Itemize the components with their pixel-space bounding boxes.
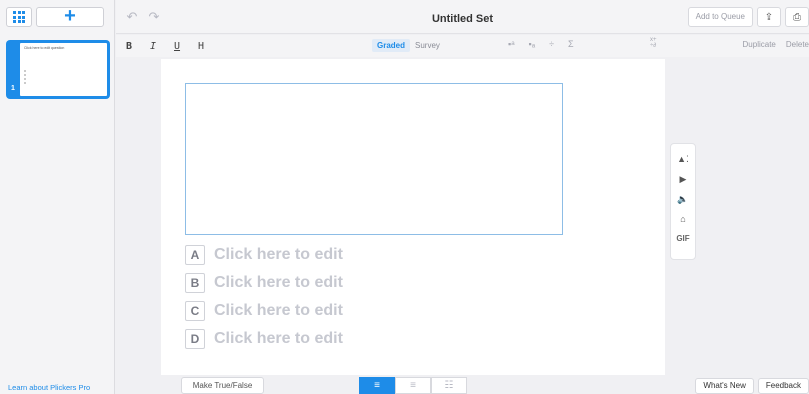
- answer-text[interactable]: Click here to edit: [214, 246, 343, 264]
- gif-button[interactable]: GIF: [676, 232, 689, 246]
- add-question-button[interactable]: +: [36, 6, 104, 27]
- superscript-icon[interactable]: ▪ᵃ: [508, 39, 515, 49]
- answer-letter[interactable]: A: [185, 245, 205, 265]
- sigma-icon[interactable]: Σ: [568, 39, 574, 49]
- grid-icon: [13, 11, 25, 23]
- slide-preview-question: Click here to edit question: [24, 46, 65, 50]
- delete-button[interactable]: Delete: [786, 40, 809, 49]
- answer-letter[interactable]: C: [185, 301, 205, 321]
- question-mode-toggle: Graded Survey: [372, 39, 445, 52]
- video-icon[interactable]: ▶: [680, 172, 687, 186]
- whats-new-button[interactable]: What's New: [695, 378, 754, 394]
- top-bar: ↶ ↷ Untitled Set Add to Queue ⇪ ⎙: [116, 0, 809, 34]
- insert-tools: ▪ᵃ ▪ₐ ÷ Σ: [508, 39, 574, 49]
- answer-text[interactable]: Click here to edit: [214, 330, 343, 348]
- slide-actions: Duplicate Delete: [743, 40, 809, 49]
- italic-button[interactable]: I: [150, 41, 164, 52]
- equation-icon[interactable]: x+ ÷∂: [650, 37, 657, 49]
- grid-view-button[interactable]: [6, 7, 32, 27]
- layout-left-icon[interactable]: ≡: [359, 377, 395, 394]
- format-bar: B I U H Graded Survey ▪ᵃ ▪ₐ ÷ Σ x+ ÷∂ Dup…: [116, 35, 809, 57]
- slide-preview-choices: [24, 70, 103, 84]
- slide-preview: Click here to edit question: [20, 43, 107, 96]
- bold-button[interactable]: B: [126, 41, 140, 52]
- heading-button[interactable]: H: [198, 41, 212, 52]
- answer-letter[interactable]: B: [185, 273, 205, 293]
- add-to-queue-button[interactable]: Add to Queue: [687, 7, 753, 27]
- animal-icon[interactable]: ⌂: [680, 212, 685, 226]
- learn-pro-link[interactable]: Learn about Plickers Pro: [8, 383, 90, 392]
- answer-a[interactable]: A Click here to edit: [185, 245, 343, 265]
- make-true-false-button[interactable]: Make True/False: [181, 377, 264, 394]
- subscript-icon[interactable]: ▪ₐ: [529, 39, 536, 49]
- mode-graded[interactable]: Graded: [372, 39, 411, 52]
- bottom-right-actions: What's New Feedback: [695, 378, 809, 394]
- sound-icon[interactable]: 🔈: [677, 192, 688, 206]
- question-text-area[interactable]: [185, 83, 563, 235]
- sidebar-toolbar: +: [0, 0, 114, 34]
- answer-b[interactable]: B Click here to edit: [185, 273, 343, 293]
- underline-button[interactable]: U: [174, 41, 188, 52]
- top-actions: Add to Queue ⇪ ⎙: [687, 7, 809, 27]
- image-icon[interactable]: ▲⁚: [677, 152, 689, 166]
- sidebar: + 1 Click here to edit question Learn ab…: [0, 0, 115, 394]
- layout-toggle: ≡ ≡ ☷: [359, 377, 467, 394]
- duplicate-button[interactable]: Duplicate: [743, 40, 776, 49]
- fraction-icon[interactable]: ÷: [549, 39, 554, 49]
- answer-letter[interactable]: D: [185, 329, 205, 349]
- answer-text[interactable]: Click here to edit: [214, 274, 343, 292]
- answer-text[interactable]: Click here to edit: [214, 302, 343, 320]
- question-canvas: A Click here to edit B Click here to edi…: [161, 59, 665, 375]
- layout-center-icon[interactable]: ≡: [395, 377, 431, 394]
- layout-grid-icon[interactable]: ☷: [431, 377, 467, 394]
- slide-thumbnail-1[interactable]: 1 Click here to edit question: [6, 40, 110, 99]
- feedback-button[interactable]: Feedback: [757, 378, 809, 394]
- mode-survey[interactable]: Survey: [410, 39, 445, 52]
- answer-d[interactable]: D Click here to edit: [185, 329, 343, 349]
- answer-c[interactable]: C Click here to edit: [185, 301, 343, 321]
- export-icon[interactable]: ⇪: [757, 7, 781, 27]
- slide-number: 1: [11, 85, 15, 92]
- print-icon[interactable]: ⎙: [785, 7, 809, 27]
- media-toolbar: ▲⁚ ▶ 🔈 ⌂ GIF: [670, 143, 696, 260]
